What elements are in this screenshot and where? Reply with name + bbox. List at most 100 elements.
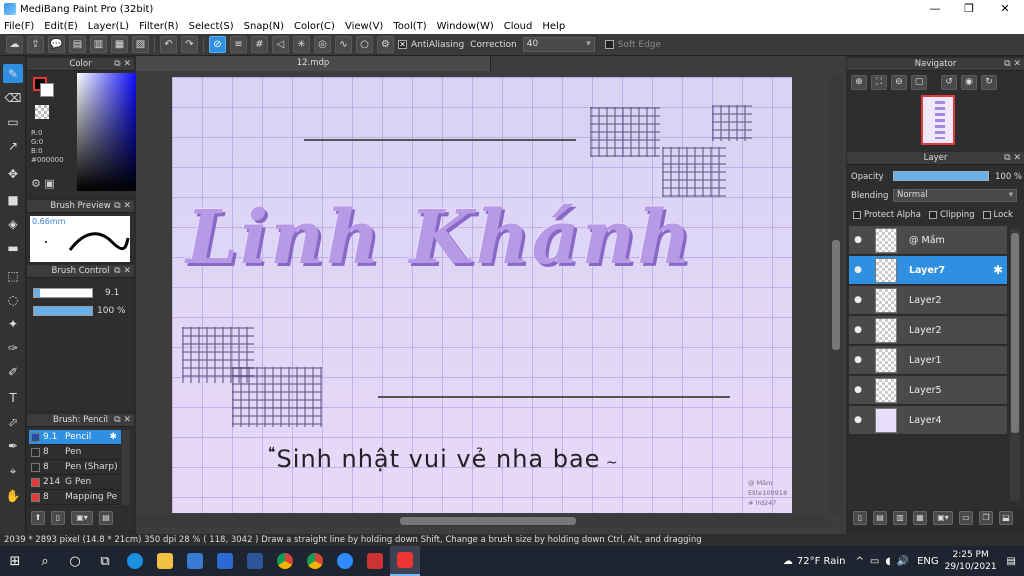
navigator-thumbnail[interactable] — [921, 95, 955, 145]
word-icon[interactable] — [240, 546, 270, 576]
menu-window[interactable]: Window(W) — [437, 21, 494, 32]
folder-icon[interactable]: ▭ — [959, 511, 973, 525]
layer-row[interactable]: ● Layer2 — [849, 316, 1007, 345]
chrome-icon[interactable] — [300, 546, 330, 576]
blending-select[interactable]: Normal — [893, 189, 1017, 202]
tray-arrow-icon[interactable]: ^ — [856, 556, 864, 567]
saturation-value-picker[interactable] — [77, 73, 139, 191]
brush-opacity-slider[interactable] — [33, 306, 93, 316]
lock-checkbox[interactable]: Lock — [982, 210, 1013, 220]
antialiasing-checkbox[interactable]: ✕ — [398, 40, 407, 49]
radial-snap-icon[interactable]: ✳ — [293, 36, 310, 53]
brush-size-slider[interactable] — [33, 288, 93, 298]
menu-edit[interactable]: Edit(E) — [44, 21, 78, 32]
fill-rect-tool-icon[interactable]: ■ — [3, 190, 23, 209]
brush-item[interactable]: 214 G Pen — [29, 475, 121, 490]
page-icon[interactable]: ▤ — [69, 36, 86, 53]
visibility-eye-icon[interactable]: ● — [851, 265, 865, 275]
layer-row[interactable]: ● Layer4 — [849, 406, 1007, 435]
windows-start-icon[interactable]: ⊞ — [0, 546, 30, 576]
select-tool-icon[interactable]: ⬚ — [3, 266, 23, 285]
store-icon[interactable] — [180, 546, 210, 576]
background-color-swatch[interactable] — [40, 83, 54, 97]
file-explorer-icon[interactable] — [150, 546, 180, 576]
bucket-tool-icon[interactable]: ◈ — [3, 214, 23, 233]
medibang-icon[interactable] — [390, 546, 420, 576]
visibility-eye-icon[interactable]: ● — [851, 355, 865, 365]
text-tool-icon[interactable]: T — [3, 388, 23, 407]
rotate-left-icon[interactable]: ↺ — [941, 75, 957, 90]
document-tab[interactable]: 12.mdp — [136, 56, 491, 71]
visibility-eye-icon[interactable]: ● — [851, 385, 865, 395]
gradient-tool-icon[interactable]: ▬ — [3, 238, 23, 257]
notifications-icon[interactable]: ▤ — [1007, 556, 1016, 567]
soft-edge-checkbox[interactable] — [604, 40, 614, 49]
canvas-vertical-scrollbar[interactable] — [830, 74, 842, 514]
rectangle-tool-icon[interactable]: ▭ — [3, 112, 23, 131]
lasso-tool-icon[interactable]: ◌ — [3, 290, 23, 309]
menu-help[interactable]: Help — [542, 21, 565, 32]
brush-item[interactable]: 9.1 Pencil ✱ — [29, 430, 121, 445]
brush-item[interactable]: 8 Mapping Pe — [29, 490, 121, 505]
visibility-eye-icon[interactable]: ● — [851, 415, 865, 425]
brush-item[interactable]: 8 Pen — [29, 445, 121, 460]
volume-icon[interactable]: 🔊 — [897, 556, 909, 567]
maximize-button[interactable]: ❐ — [952, 0, 986, 18]
task-view-icon[interactable]: ⧉ — [90, 546, 120, 576]
panel-window-icon[interactable]: ⧉ ✕ — [1004, 152, 1021, 165]
snap-settings-icon[interactable]: ⚙ — [377, 36, 394, 53]
layer-row[interactable]: ● Layer5 — [849, 376, 1007, 405]
cortana-icon[interactable]: ○ — [60, 546, 90, 576]
undo-icon[interactable]: ↶ — [160, 36, 177, 53]
zoom-out-icon[interactable]: ⊖ — [891, 75, 907, 90]
scroll-thumb[interactable] — [1011, 233, 1019, 433]
weather-icon[interactable]: ☁ — [783, 556, 793, 567]
battery-icon[interactable]: ▭ — [870, 556, 879, 567]
menu-select[interactable]: Select(S) — [189, 21, 234, 32]
menu-filter[interactable]: Filter(R) — [139, 21, 179, 32]
new-halftone-layer-icon[interactable]: ▤ — [873, 511, 887, 525]
layer-menu-icon[interactable]: ▣▾ — [933, 511, 953, 525]
scroll-thumb[interactable] — [400, 517, 576, 525]
network-icon[interactable]: ◖ — [885, 556, 890, 567]
concentric-snap-icon[interactable]: ◎ — [314, 36, 331, 53]
comment-icon[interactable]: 💬 — [48, 36, 65, 53]
language-indicator[interactable]: ENG — [917, 556, 939, 567]
menu-layer[interactable]: Layer(L) — [88, 21, 129, 32]
mail-icon[interactable] — [210, 546, 240, 576]
gear-icon[interactable]: ✱ — [993, 263, 1003, 277]
divide-tool-icon[interactable]: ✒ — [3, 436, 23, 455]
merge-layer-icon[interactable]: ⬓ — [999, 511, 1013, 525]
share-icon[interactable]: ⇪ — [27, 36, 44, 53]
rotate-reset-icon[interactable]: ◉ — [961, 75, 977, 90]
vanishing-point-icon[interactable]: ◁ — [272, 36, 289, 53]
menu-snap[interactable]: Snap(N) — [244, 21, 284, 32]
clipping-checkbox[interactable]: Clipping — [928, 210, 975, 220]
layer-opacity-slider[interactable] — [893, 171, 989, 181]
rotate-right-icon[interactable]: ↻ — [981, 75, 997, 90]
layer-row[interactable]: ● @ Mầm — [849, 226, 1007, 255]
canvas-horizontal-scrollbar[interactable] — [136, 515, 830, 527]
close-button[interactable]: ✕ — [988, 0, 1022, 18]
protect-alpha-checkbox[interactable]: Protect Alpha — [853, 210, 921, 220]
edge-icon[interactable] — [120, 546, 150, 576]
menu-file[interactable]: File(F) — [4, 21, 34, 32]
brush-size-value[interactable]: 9.1 — [105, 288, 119, 298]
panel-window-icon[interactable]: ⧉ ✕ — [114, 265, 131, 278]
new-1bit-layer-icon[interactable]: ▦ — [913, 511, 927, 525]
menu-tool[interactable]: Tool(T) — [393, 21, 426, 32]
fit-icon[interactable]: ⛶ — [871, 75, 887, 90]
minimize-button[interactable]: — — [918, 0, 952, 18]
new-layer-icon[interactable]: ▯ — [853, 511, 867, 525]
select-eraser-tool-icon[interactable]: ✐ — [3, 362, 23, 381]
select-pen-tool-icon[interactable]: ✑ — [3, 338, 23, 357]
layer-row[interactable]: ● Layer7 ✱ — [849, 256, 1007, 285]
cloud-icon[interactable]: ☁ — [6, 36, 23, 53]
brush-list-scrollbar[interactable] — [122, 430, 130, 505]
visibility-eye-icon[interactable]: ● — [851, 325, 865, 335]
layer-row[interactable]: ● Layer1 — [849, 346, 1007, 375]
brush-opacity-value[interactable]: 100 % — [97, 306, 126, 316]
weather-text[interactable]: 72°F Rain — [797, 556, 846, 567]
correction-select[interactable]: 40 — [522, 37, 595, 52]
chrome-icon[interactable] — [270, 546, 300, 576]
